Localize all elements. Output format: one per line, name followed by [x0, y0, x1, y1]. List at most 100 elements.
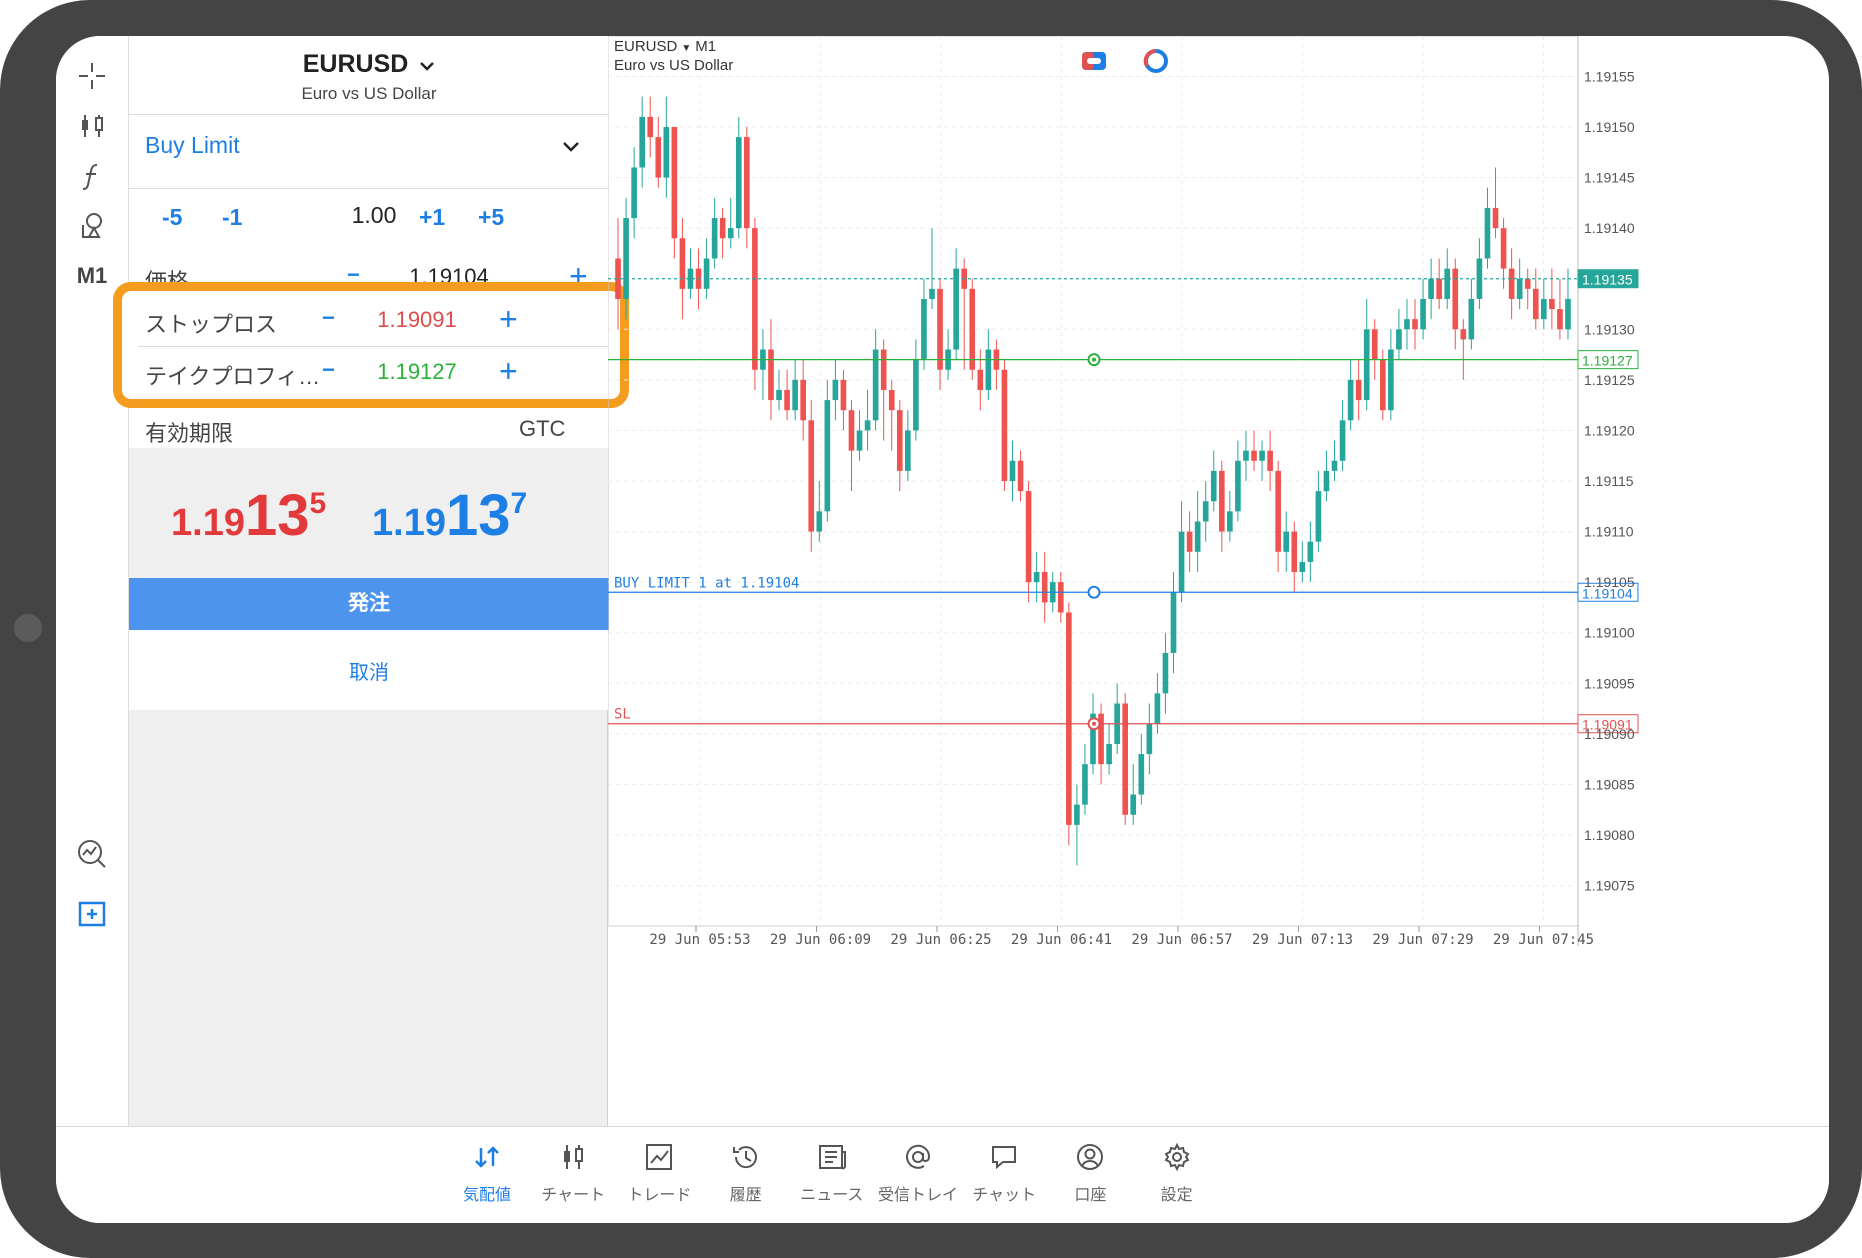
nav-item-trade[interactable]: トレード	[609, 1137, 709, 1205]
candle-body	[623, 218, 629, 299]
candle	[1532, 268, 1539, 330]
nav-item-quotes[interactable]: 気配値	[437, 1137, 537, 1205]
candle-body	[744, 137, 750, 229]
chart-search-icon[interactable]	[74, 836, 110, 872]
nav-item-mail[interactable]: 受信トレイ	[868, 1137, 968, 1205]
volume-plus-5-button[interactable]: +5	[478, 204, 504, 231]
take-profit-plus-button[interactable]: +	[499, 355, 518, 387]
candle	[913, 339, 919, 441]
symbol-selector[interactable]: EURUSD	[129, 50, 609, 79]
buy-limit-handle-icon[interactable]	[1087, 585, 1101, 599]
nav-item-label: ニュース	[800, 1187, 864, 1204]
candle	[735, 116, 742, 239]
candle-body	[1307, 541, 1314, 562]
price-chart[interactable]: 1.19135 1.19127 1.19104 BUY LIMIT 1 at 1.19…	[607, 36, 1829, 1126]
price-tick-label: 1.19075	[1584, 878, 1635, 894]
candle-body	[719, 218, 726, 239]
stop-loss-value[interactable]: 1.19091	[337, 307, 497, 333]
candle-body	[953, 268, 959, 350]
volume-minus-5-button[interactable]: -5	[162, 204, 182, 231]
candle	[1347, 359, 1354, 431]
price-tick-label: 1.19100	[1584, 625, 1635, 641]
expiry-value[interactable]: GTC	[519, 416, 565, 442]
candle-body	[921, 298, 927, 360]
nav-item-chat[interactable]: チャット	[954, 1137, 1054, 1205]
candle-body	[663, 127, 670, 178]
candle	[1114, 683, 1120, 755]
take-profit-handle-icon[interactable]	[1087, 353, 1101, 367]
place-order-button[interactable]: 発注	[129, 578, 609, 630]
nav-item-news[interactable]: ニュース	[782, 1137, 882, 1205]
nav-item-chart-candles[interactable]: チャート	[523, 1137, 623, 1205]
stop-loss-handle-icon[interactable]	[1087, 717, 1101, 731]
price-tick-label: 1.19090	[1584, 726, 1635, 742]
function-icon[interactable]	[74, 158, 110, 194]
candle-body	[808, 420, 815, 532]
candle-body	[816, 511, 823, 532]
candle	[1009, 440, 1016, 502]
candle	[719, 207, 726, 259]
take-profit-value[interactable]: 1.19127	[337, 359, 497, 385]
ask-price: 1.19137	[372, 483, 528, 548]
nav-item-label: チャット	[972, 1187, 1037, 1204]
candle	[1339, 400, 1346, 471]
candle-body	[1082, 764, 1088, 805]
candle-body	[1565, 298, 1571, 330]
one-click-trading-icon[interactable]	[1082, 52, 1106, 70]
candle	[1404, 298, 1410, 350]
nav-item-account[interactable]: 口座	[1040, 1137, 1140, 1205]
candle	[993, 339, 1000, 390]
candle	[1299, 541, 1306, 583]
candle-body	[880, 349, 887, 390]
cancel-button[interactable]: 取消	[129, 656, 609, 685]
chart-canvas[interactable]: 1.191351.191271.19104BUY LIMIT 1 at 1.19…	[607, 36, 1829, 1126]
stop-loss-minus-button[interactable]: −	[322, 305, 335, 331]
price-tick-label: 1.19115	[1584, 473, 1634, 489]
candle	[1170, 572, 1177, 674]
volume-minus-1-button[interactable]: -1	[222, 204, 242, 231]
timeframe-button[interactable]: M1	[74, 258, 110, 294]
candle	[1001, 359, 1008, 492]
bottom-navigation: 気配値 チャート トレード 履歴 ニュース 受信トレイ チャット 口座 設定	[56, 1126, 1829, 1223]
nav-item-label: チャート	[541, 1187, 606, 1204]
candle-body	[1202, 501, 1209, 522]
candle	[1460, 319, 1467, 380]
candle-body	[913, 359, 919, 431]
buy-limit-label: BUY LIMIT 1 at 1.19104	[614, 575, 799, 591]
crosshair-icon[interactable]	[74, 58, 110, 94]
candle	[880, 339, 887, 441]
new-order-icon[interactable]	[74, 896, 110, 932]
candle	[639, 96, 645, 188]
candle	[1323, 450, 1330, 502]
candle	[768, 319, 774, 421]
trade-signal-icon[interactable]	[1143, 49, 1168, 73]
candle	[1138, 733, 1145, 805]
candle-body	[1235, 460, 1241, 512]
nav-item-history[interactable]: 履歴	[696, 1137, 796, 1205]
price-tick-label: 1.19130	[1584, 321, 1635, 337]
time-tick-label: 29 Jun 07:29	[1372, 932, 1473, 948]
take-profit-minus-button[interactable]: −	[322, 357, 335, 383]
stop-loss-label: ストップロス	[145, 312, 278, 337]
candle-body	[1524, 278, 1531, 289]
candle-body	[671, 127, 678, 239]
indicators-icon[interactable]	[74, 108, 110, 144]
stop-loss-plus-button[interactable]: +	[499, 303, 518, 335]
order-type-select[interactable]: Buy Limit	[145, 132, 240, 159]
candle	[816, 481, 823, 542]
candle	[655, 116, 662, 188]
volume-plus-1-button[interactable]: +1	[419, 204, 445, 231]
candle-body	[1251, 450, 1257, 461]
candle	[623, 197, 629, 320]
nav-item-settings[interactable]: 設定	[1127, 1137, 1227, 1205]
candle	[671, 127, 678, 259]
candle-body	[1436, 278, 1442, 299]
time-tick-label: 29 Jun 06:09	[770, 932, 871, 948]
candle	[977, 349, 984, 411]
volume-input[interactable]: 1.00	[329, 202, 419, 229]
candle-body	[1291, 531, 1298, 573]
candle	[711, 197, 718, 269]
candle	[1210, 450, 1217, 512]
chevron-down-icon[interactable]	[559, 134, 583, 158]
objects-icon[interactable]	[74, 208, 110, 244]
